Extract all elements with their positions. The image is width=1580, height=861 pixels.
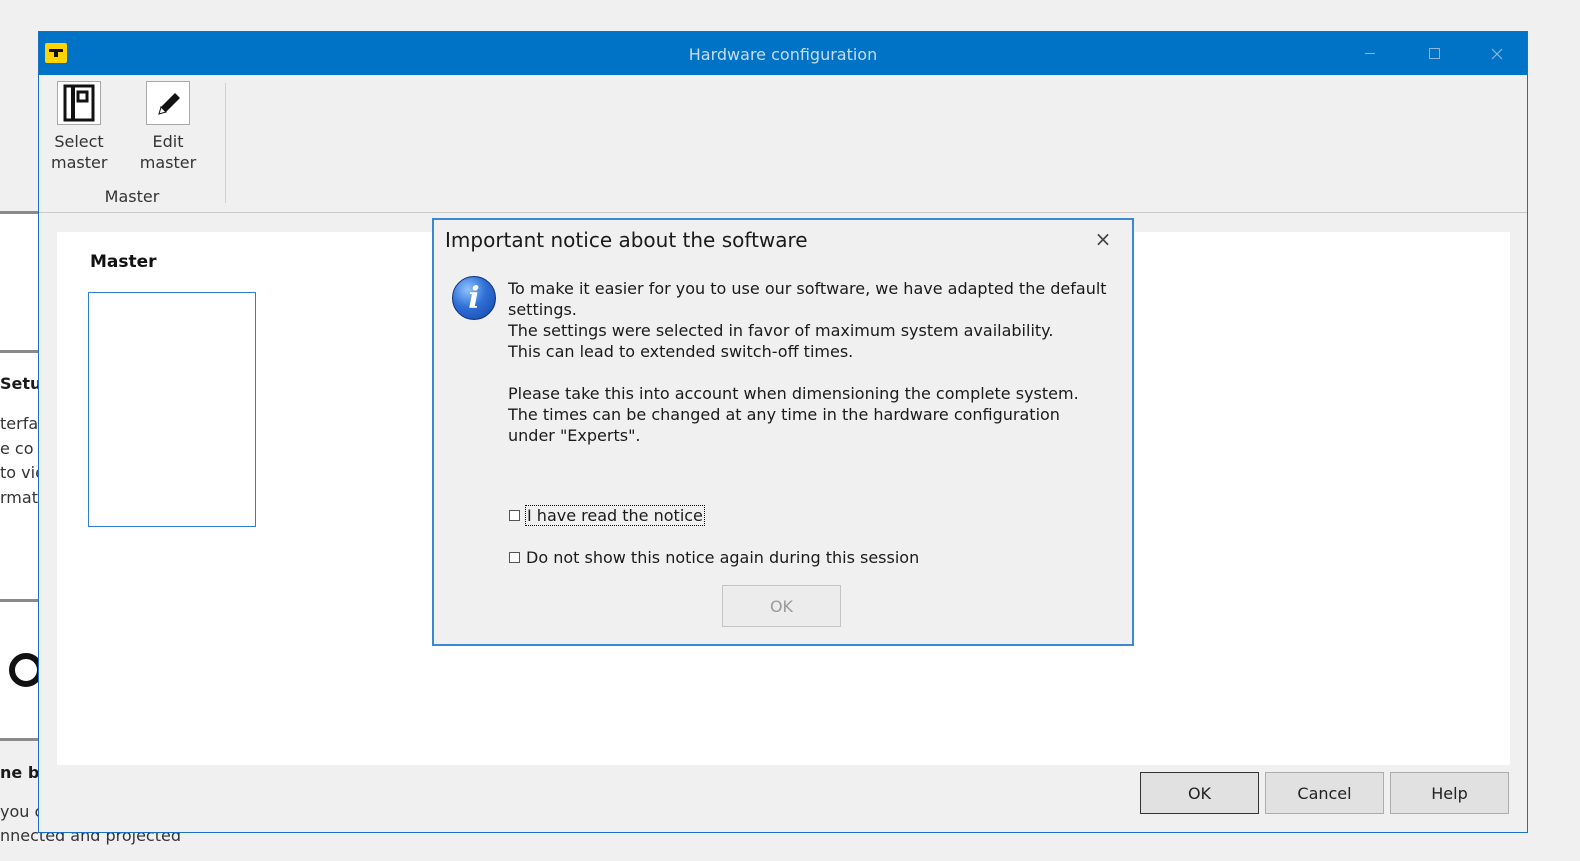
edit-master-button[interactable]: Edit master — [123, 81, 213, 173]
master-list-box[interactable] — [88, 292, 256, 527]
message-line: Please take this into account when dimen… — [508, 384, 1079, 403]
dialog-close-icon[interactable]: × — [1090, 226, 1116, 252]
select-master-button[interactable]: Select master — [51, 81, 107, 173]
background-divider — [0, 738, 40, 741]
select-master-label-line2: master — [51, 153, 108, 172]
background-text: you c — [0, 802, 44, 821]
edit-master-label: Edit master — [139, 132, 197, 172]
do-not-show-checkbox-row[interactable]: Do not show this notice again during thi… — [509, 548, 919, 567]
message-line: The settings were selected in favor of m… — [508, 321, 1054, 340]
dialog-message: To make it easier for you to use our sof… — [508, 278, 1108, 446]
background-setup-heading: Setu — [0, 374, 42, 393]
read-notice-checkbox-row[interactable]: I have read the notice — [509, 505, 705, 526]
message-line: This can lead to extended switch-off tim… — [508, 342, 854, 361]
background-glyph-icon — [9, 653, 40, 687]
select-master-icon — [57, 81, 101, 125]
background-text: terfa — [0, 414, 39, 433]
minimize-button[interactable] — [1347, 40, 1393, 66]
info-icon: i — [452, 276, 496, 320]
cancel-button[interactable]: Cancel — [1265, 772, 1384, 814]
dialog-ok-button[interactable]: OK — [722, 585, 841, 627]
maximize-icon — [1428, 48, 1440, 59]
ribbon-group-separator — [225, 83, 226, 203]
title-bar[interactable]: Hardware configuration — [39, 32, 1527, 75]
close-button[interactable] — [1474, 40, 1520, 66]
background-text: e co — [0, 439, 34, 458]
master-heading: Master — [90, 252, 157, 272]
minimize-icon — [1365, 53, 1375, 54]
close-icon — [1491, 48, 1503, 59]
do-not-show-checkbox[interactable] — [509, 552, 520, 563]
ok-button[interactable]: OK — [1140, 772, 1259, 814]
background-panel — [0, 214, 40, 350]
window-title: Hardware configuration — [688, 45, 878, 64]
read-notice-label[interactable]: I have read the notice — [525, 505, 705, 526]
ribbon-group-label: Master — [104, 187, 160, 206]
background-text: rmati — [0, 488, 43, 507]
dialog-title: Important notice about the software — [445, 228, 808, 252]
do-not-show-label[interactable]: Do not show this notice again during thi… — [526, 548, 919, 567]
message-line: The times can be changed at any time in … — [508, 405, 1060, 445]
ribbon-toolbar: Select master Edit master Master — [39, 75, 1527, 213]
message-line: To make it easier for you to use our sof… — [508, 279, 1107, 319]
help-button[interactable]: Help — [1390, 772, 1509, 814]
important-notice-dialog: Important notice about the software × i … — [432, 218, 1134, 646]
pencil-icon — [146, 81, 190, 125]
read-notice-checkbox[interactable] — [509, 510, 520, 521]
maximize-button[interactable] — [1411, 40, 1457, 66]
select-master-label-line1: Select — [54, 132, 104, 151]
